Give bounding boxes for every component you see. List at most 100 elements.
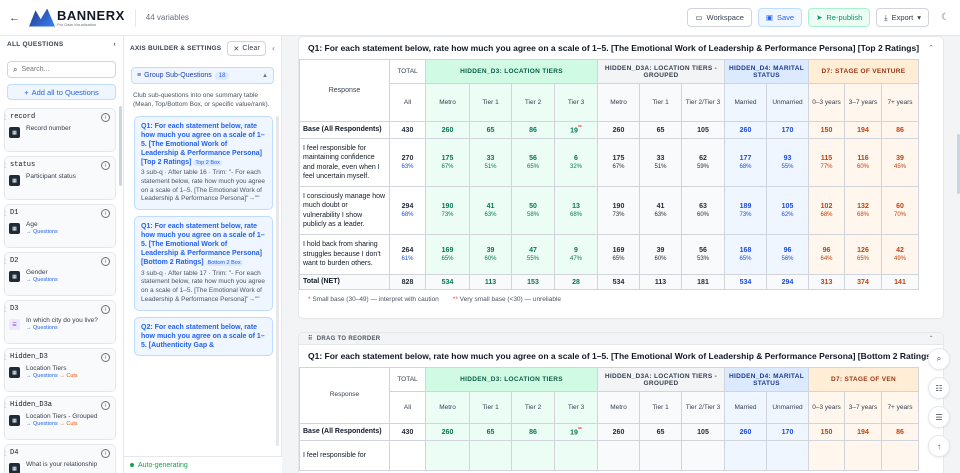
col-header-0-3-years: 0–3 years — [808, 83, 845, 122]
table-title: Q1: For each statement below, rate how m… — [308, 351, 934, 361]
group-sub-questions-toggle[interactable]: ≡ Group Sub-Questions 18 ▲ — [131, 67, 274, 84]
info-icon[interactable]: i — [101, 401, 110, 410]
col-header-all: All — [389, 83, 426, 122]
list-icon: ☰ — [935, 412, 943, 422]
scroll-top-button[interactable]: ↑ — [928, 435, 950, 457]
all-questions-title: ALL QUESTIONS — [7, 41, 64, 48]
question-card-hidden-d3a[interactable]: ⋮ Hidden_D3a ▦ Location Tiers - Grouped → Qu… — [2, 396, 116, 440]
group-card-q2[interactable]: Q2: For each statement below, rate how m… — [134, 316, 273, 356]
all-questions-panel: ALL QUESTIONS ‹ ⌕ +Add all to Questions ⋮… — [0, 36, 124, 473]
question-card-d1[interactable]: ⋮ D1 ▦ Age → Questions i — [2, 204, 116, 248]
back-arrow-icon[interactable]: ← — [9, 12, 23, 24]
drag-handle-icon[interactable]: ⋮ — [2, 114, 8, 121]
group-header-location-tiers: HIDDEN_D3: LOCATION TIERS — [425, 59, 598, 84]
search-icon: ⌕ — [936, 354, 942, 363]
main-preview: Q1: For each statement below, rate how m… — [282, 36, 960, 473]
collapse-left-icon[interactable]: ‹ — [114, 41, 116, 48]
zoom-search-button[interactable]: ⌕ — [928, 348, 950, 370]
table-row: I feel responsible for — [299, 440, 919, 471]
group-header-marital-status: HIDDEN_D4: MARITAL STATUS — [724, 59, 809, 84]
info-icon[interactable]: i — [101, 209, 110, 218]
base-row: Base (All Respondents) 430 260 65 86 19*… — [299, 423, 919, 441]
drag-handle-icon[interactable]: ⋮ — [2, 306, 8, 313]
close-icon: ✕ — [233, 45, 240, 53]
send-icon: ➤ — [816, 13, 823, 22]
question-card-d2[interactable]: ⋮ D2 ▦ Gender → Questions i — [2, 252, 116, 296]
info-icon[interactable]: i — [101, 449, 110, 458]
group-card-top2[interactable]: Q1: For each statement below, rate how m… — [134, 115, 273, 211]
top-bar: ← BANNERX Pro Data Visualization 44 vari… — [0, 0, 960, 36]
info-icon[interactable]: i — [101, 257, 110, 266]
question-card-hidden-d3[interactable]: ⋮ Hidden_D3 ▦ Location Tiers → Questions → C… — [2, 348, 116, 392]
info-icon[interactable]: i — [101, 161, 110, 170]
drag-handle-icon[interactable]: ⋮ — [2, 402, 8, 409]
arrow-up-icon: ↑ — [937, 441, 941, 451]
variable-type-icon: ▦ — [9, 175, 20, 186]
drag-handle-icon: ⠿ — [308, 336, 313, 342]
search-input[interactable] — [21, 66, 112, 73]
group-header-stage-of-venture: D7: STAGE OF VEN — [808, 367, 919, 392]
variable-count: 44 variables — [145, 13, 189, 22]
chevron-up-icon: ▲ — [262, 72, 268, 79]
crosstab-panel-top2: Q1: For each statement below, rate how m… — [298, 36, 944, 319]
workspace-button[interactable]: ▭ Workspace — [687, 8, 752, 27]
save-button[interactable]: ▣ Save — [757, 8, 803, 27]
crosstab-panel-bottom2: ⠿ DRAG TO REORDER ⌃ Q1: For each statement… — [298, 332, 944, 473]
group-header-location-grouped: HIDDEN_D3A: LOCATION TIERS - GROUPED — [597, 59, 725, 84]
drag-handle-icon[interactable]: ⋮ — [2, 210, 8, 217]
sliders-icon: ☷ — [935, 383, 943, 393]
crosstab-table: Response TOTAL HIDDEN_D3: LOCATION TIERS… — [299, 59, 919, 290]
filter-button[interactable]: ☷ — [928, 377, 950, 399]
drag-handle-icon[interactable]: ⋮ — [2, 258, 8, 265]
group-card-bottom2[interactable]: Q1: For each statement below, rate how m… — [134, 216, 273, 311]
col-header-tier3: Tier 3 — [554, 83, 598, 122]
info-icon[interactable]: i — [101, 353, 110, 362]
question-search[interactable]: ⌕ — [7, 61, 116, 78]
group-count-badge: 18 — [214, 71, 230, 80]
group-header-location-grouped: HIDDEN_D3A: LOCATION TIERS - GROUPED — [597, 367, 725, 392]
base-row: Base (All Respondents) 430 260 65 86 19*… — [299, 121, 919, 139]
mid-scrollbar[interactable] — [276, 116, 279, 446]
total-header: TOTAL — [389, 367, 426, 392]
brand-subtitle: Pro Data Visualization — [57, 21, 97, 27]
variable-type-icon: ▦ — [9, 223, 20, 234]
drag-handle-icon[interactable]: ⋮ — [2, 162, 8, 169]
box-type-badge: Bottom 2 Box — [205, 260, 243, 267]
question-card-status[interactable]: ⋮ status ▦ Participant status i — [2, 156, 116, 200]
col-header-all: All — [389, 391, 426, 424]
drag-handle-icon[interactable]: ⋮ — [2, 450, 8, 457]
chevron-down-icon: ▾ — [917, 13, 922, 22]
republish-button[interactable]: ➤ Re-publish — [808, 8, 871, 27]
left-scrollbar[interactable] — [119, 106, 122, 186]
question-card-d4[interactable]: ⋮ D4 ▦ What is your relationship i — [2, 444, 116, 473]
col-header-tier23: Tier 2/Tier 3 — [681, 83, 725, 122]
clear-button[interactable]: ✕ Clear — [227, 41, 267, 56]
search-icon: ⌕ — [13, 64, 18, 74]
crosstab-table: Response TOTAL HIDDEN_D3: LOCATION TIERS… — [299, 367, 919, 471]
col-header-tier1: Tier 1 — [469, 83, 512, 122]
axis-builder-panel: AXIS BUILDER & SETTINGS ✕ Clear ‹ ≡ Group… — [124, 36, 282, 473]
chevron-up-icon[interactable]: ⌃ — [929, 335, 934, 342]
chevron-up-icon[interactable]: ⌃ — [928, 44, 934, 52]
group-description: Club sub-questions into one summary tabl… — [133, 92, 270, 108]
info-icon[interactable]: i — [101, 113, 110, 122]
collapse-mid-icon[interactable]: ‹ — [272, 44, 275, 53]
monitor-icon: ▭ — [695, 13, 703, 22]
col-header-unmarried: Unmarried — [766, 83, 809, 122]
question-card-d3[interactable]: ⋮ D3 ☰ In which city do you live? → Question… — [2, 300, 116, 344]
col-header-tier2: Tier 2 — [511, 83, 555, 122]
group-header-marital-status: HIDDEN_D4: MARITAL STATUS — [724, 367, 809, 392]
text-variable-icon: ☰ — [9, 319, 20, 330]
question-card-record[interactable]: ⋮ record ▦ Record number i — [2, 108, 116, 152]
drag-handle-icon[interactable]: ⋮ — [2, 354, 8, 361]
export-button[interactable]: ⤓ Export ▾ — [876, 8, 930, 27]
table-row: I feel responsible for maintaining confi… — [299, 138, 919, 187]
col-header-metro: Metro — [425, 83, 470, 122]
info-icon[interactable]: i — [101, 305, 110, 314]
brand-logo-mark — [29, 8, 55, 27]
total-header: TOTAL — [389, 59, 426, 84]
drag-to-reorder-bar[interactable]: ⠿ DRAG TO REORDER ⌃ — [299, 333, 943, 345]
add-all-to-questions-button[interactable]: + Add all to Questions — [7, 84, 116, 100]
dark-mode-toggle-icon[interactable]: ☾ — [941, 12, 950, 23]
settings-button[interactable]: ☰ — [928, 406, 950, 428]
